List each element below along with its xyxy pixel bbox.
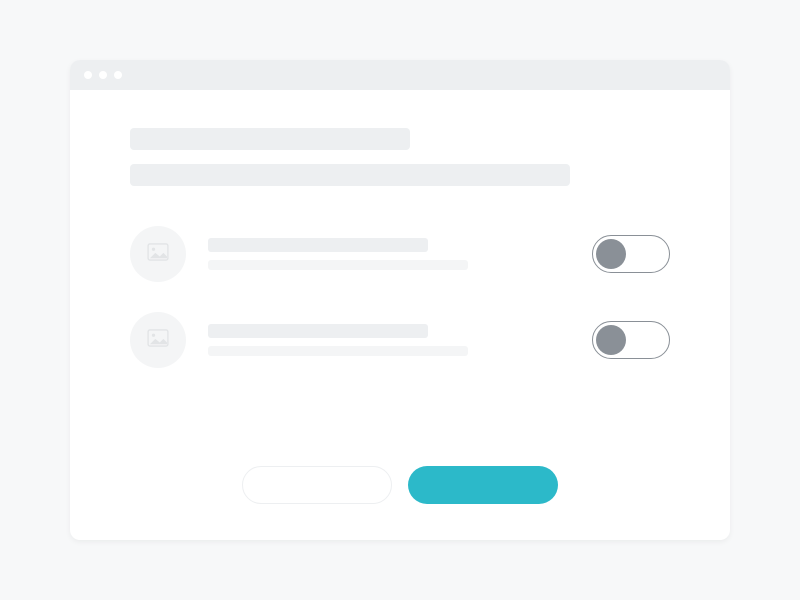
setting-toggle[interactable]	[592, 321, 670, 359]
traffic-light-close[interactable]	[84, 71, 92, 79]
traffic-light-minimize[interactable]	[99, 71, 107, 79]
image-icon	[147, 243, 169, 266]
setting-title	[208, 324, 428, 338]
traffic-light-zoom[interactable]	[114, 71, 122, 79]
setting-title	[208, 238, 428, 252]
setting-row	[130, 312, 670, 368]
setting-thumbnail	[130, 226, 186, 282]
page-title	[130, 128, 410, 150]
content-area	[70, 90, 730, 540]
page-subtitle	[130, 164, 570, 186]
app-window	[70, 60, 730, 540]
setting-description	[208, 346, 468, 356]
window-titlebar	[70, 60, 730, 90]
primary-button[interactable]	[408, 466, 558, 504]
setting-description	[208, 260, 468, 270]
setting-row	[130, 226, 670, 282]
setting-text	[208, 238, 550, 270]
image-icon	[147, 329, 169, 352]
setting-thumbnail	[130, 312, 186, 368]
secondary-button[interactable]	[242, 466, 392, 504]
setting-toggle[interactable]	[592, 235, 670, 273]
setting-text	[208, 324, 550, 356]
toggle-knob	[596, 239, 626, 269]
toggle-knob	[596, 325, 626, 355]
action-bar	[130, 466, 670, 510]
